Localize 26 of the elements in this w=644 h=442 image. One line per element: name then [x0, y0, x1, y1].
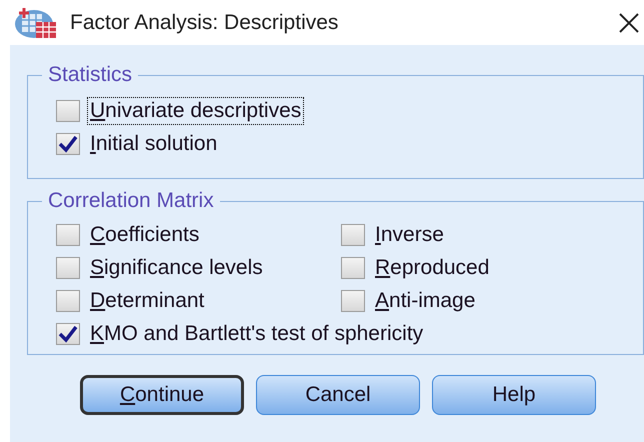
checkbox[interactable] — [56, 224, 80, 246]
checkbox[interactable] — [341, 224, 365, 246]
checkbox-label[interactable]: KMO and Bartlett's test of sphericity — [88, 320, 426, 346]
checkbox[interactable] — [56, 100, 80, 122]
checkbox-label[interactable]: Reproduced — [373, 254, 492, 280]
dialog-button[interactable]: Continue — [80, 375, 244, 415]
checkbox-label[interactable]: Initial solution — [88, 130, 220, 156]
checkbox[interactable] — [56, 256, 80, 278]
checkbox-label[interactable]: Anti-image — [373, 288, 478, 314]
checkbox-label[interactable]: Univariate descriptives — [88, 98, 304, 124]
dialog-button[interactable]: Help — [432, 375, 596, 415]
checkmark-icon — [58, 324, 78, 342]
checkbox[interactable] — [341, 256, 365, 278]
checkbox[interactable] — [56, 290, 80, 312]
table-icon — [14, 6, 58, 40]
checkbox-label[interactable]: Inverse — [373, 222, 446, 248]
checkbox[interactable] — [56, 132, 80, 154]
window-title: Factor Analysis: Descriptives — [70, 10, 338, 36]
checkbox[interactable] — [341, 290, 365, 312]
checkbox-label[interactable]: Coefficients — [88, 222, 202, 248]
checkbox-label[interactable]: Determinant — [88, 288, 206, 314]
checkmark-icon — [58, 134, 78, 152]
checkbox-label[interactable]: Significance levels — [88, 254, 265, 280]
checkbox[interactable] — [56, 322, 80, 344]
close-icon[interactable] — [618, 12, 640, 34]
dialog-button[interactable]: Cancel — [256, 375, 420, 415]
